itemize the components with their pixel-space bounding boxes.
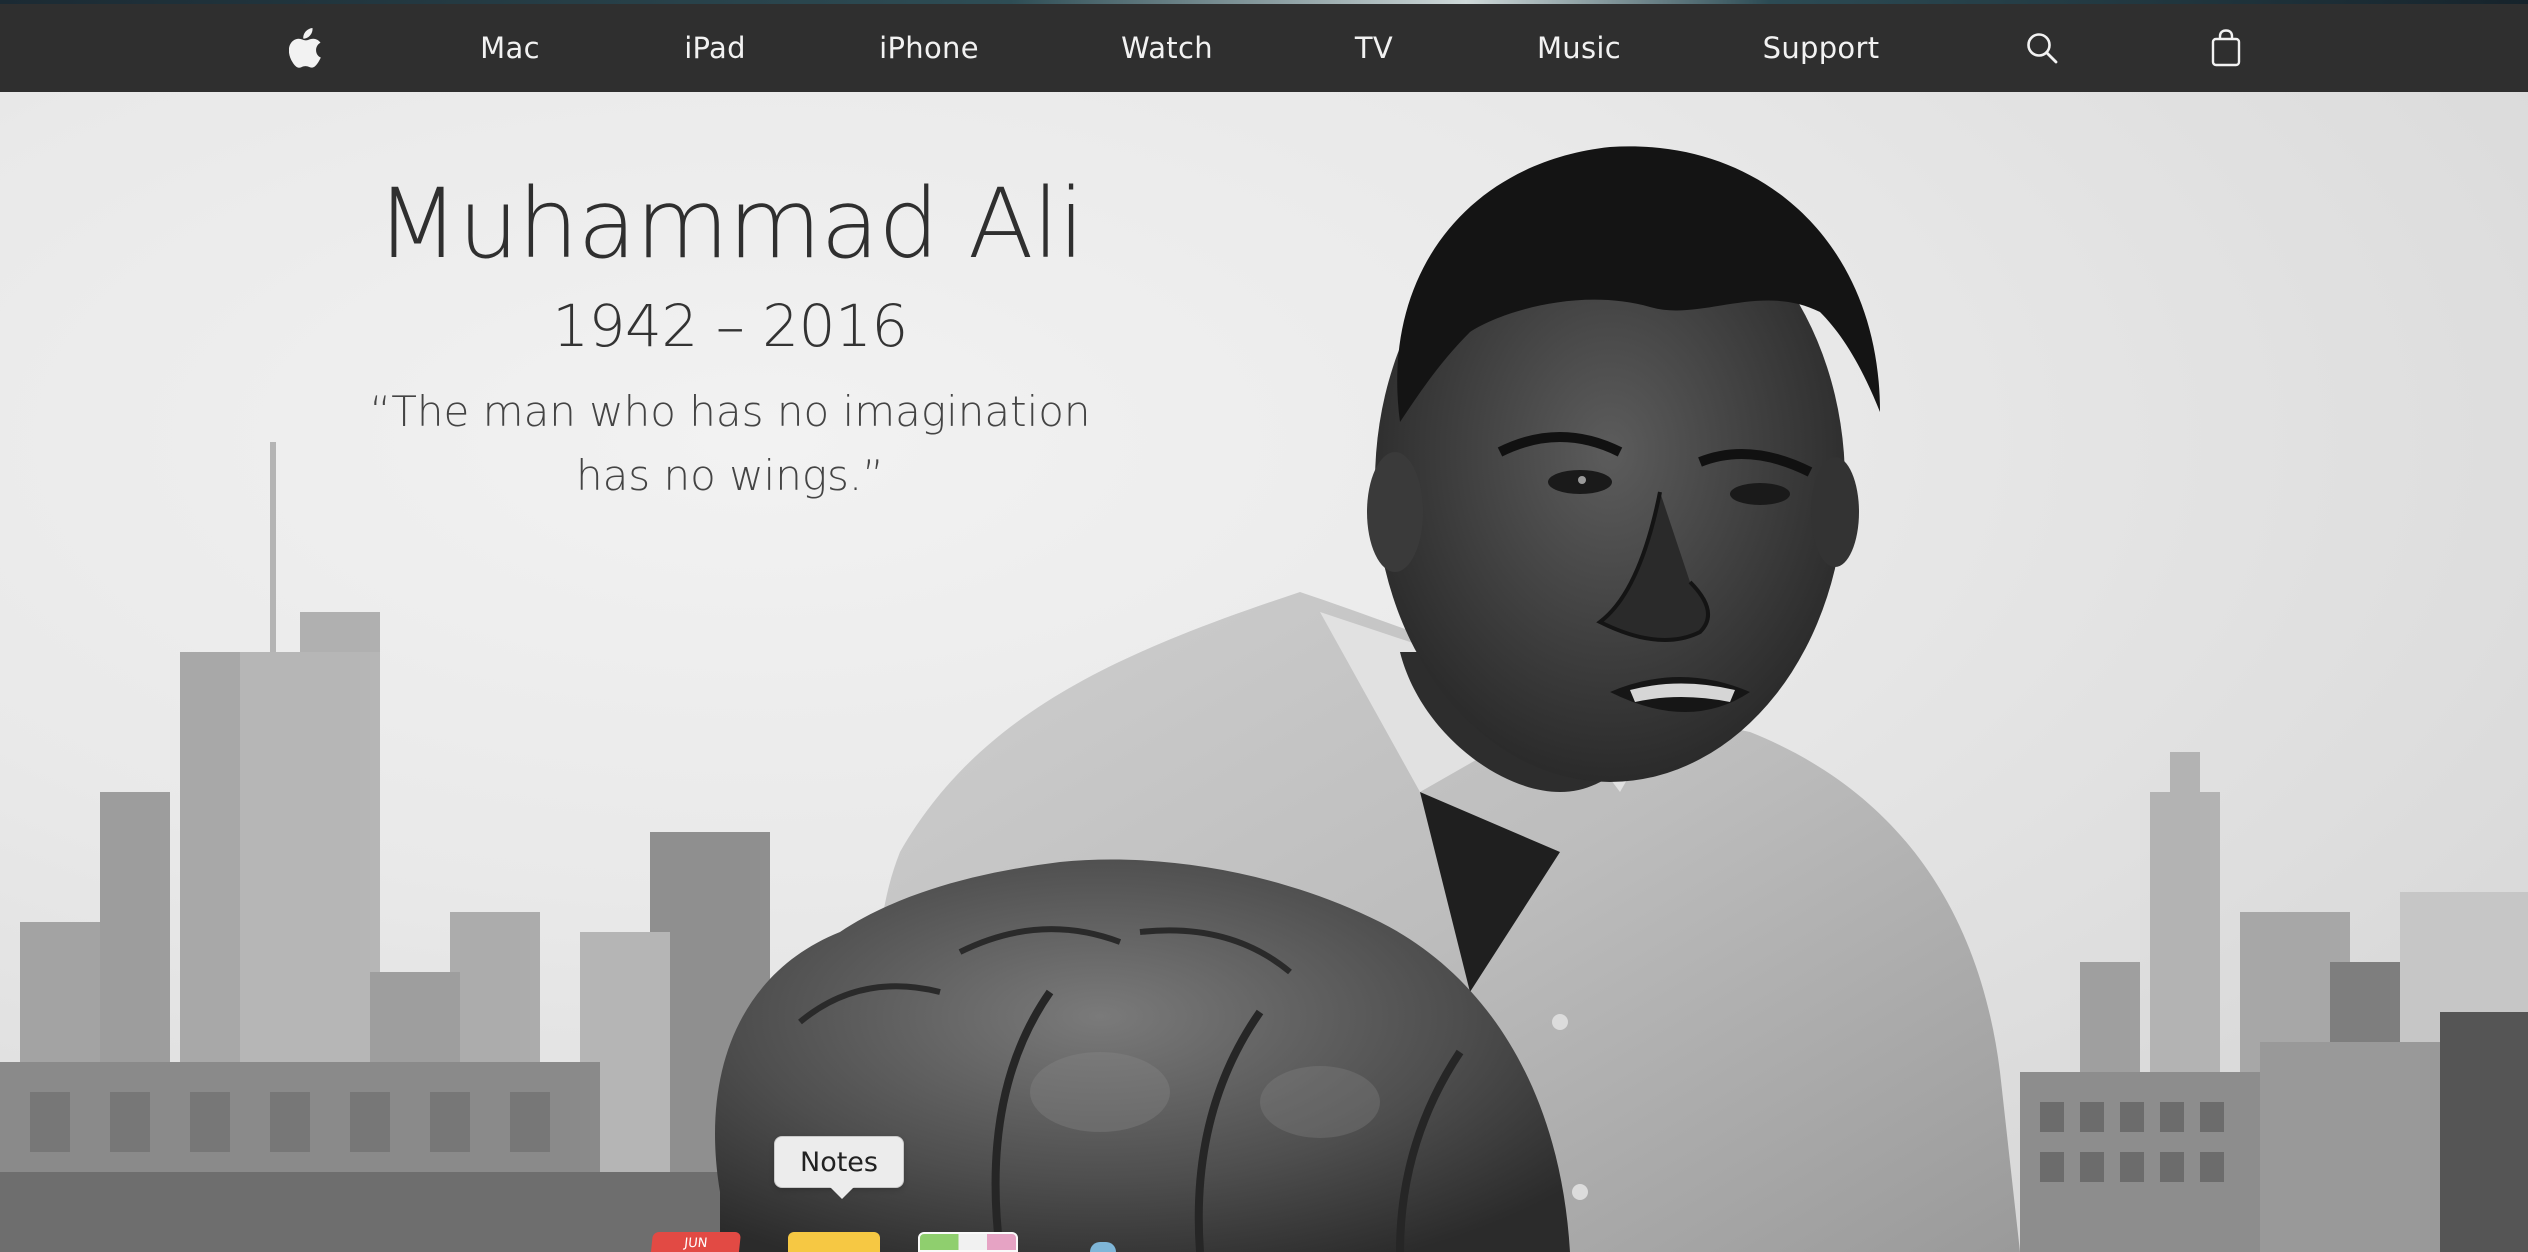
nav-item-music[interactable]: Music [1536, 4, 1622, 92]
nav-item-mac[interactable]: Mac [470, 4, 550, 92]
calendar-month-label: JUN [683, 1236, 709, 1251]
nav-item-iphone[interactable]: iPhone [878, 4, 980, 92]
bag-icon[interactable] [2196, 4, 2256, 92]
nav-item-ipad[interactable]: iPad [670, 4, 760, 92]
page: Mac iPad iPhone Watch TV Music Support M… [0, 0, 2528, 1252]
hero-title: Muhammad Ali [376, 168, 1085, 280]
notes-dock-icon[interactable] [788, 1232, 880, 1252]
hero-quote-line-2: has no wings.” [575, 451, 885, 500]
search-icon[interactable] [2012, 4, 2072, 92]
apple-logo-icon[interactable] [276, 4, 336, 92]
nav-item-support[interactable]: Support [1762, 4, 1880, 92]
hero-quote: “The man who has no imagination has no w… [330, 380, 1130, 508]
nav-item-watch[interactable]: Watch [1120, 4, 1214, 92]
nav-item-tv[interactable]: TV [1350, 4, 1398, 92]
photos-dock-icon[interactable] [918, 1232, 1018, 1252]
global-nav: Mac iPad iPhone Watch TV Music Support [0, 4, 2528, 92]
calendar-dock-icon[interactable]: JUN [650, 1232, 742, 1252]
dock-tooltip: Notes [774, 1136, 904, 1199]
app-dock-icon[interactable] [1090, 1242, 1116, 1252]
hero-quote-line-1: “The man who has no imagination [369, 387, 1091, 436]
hero-banner: Muhammad Ali 1942 – 2016 “The man who ha… [0, 92, 2528, 1252]
hero-years: 1942 – 2016 [552, 292, 908, 360]
